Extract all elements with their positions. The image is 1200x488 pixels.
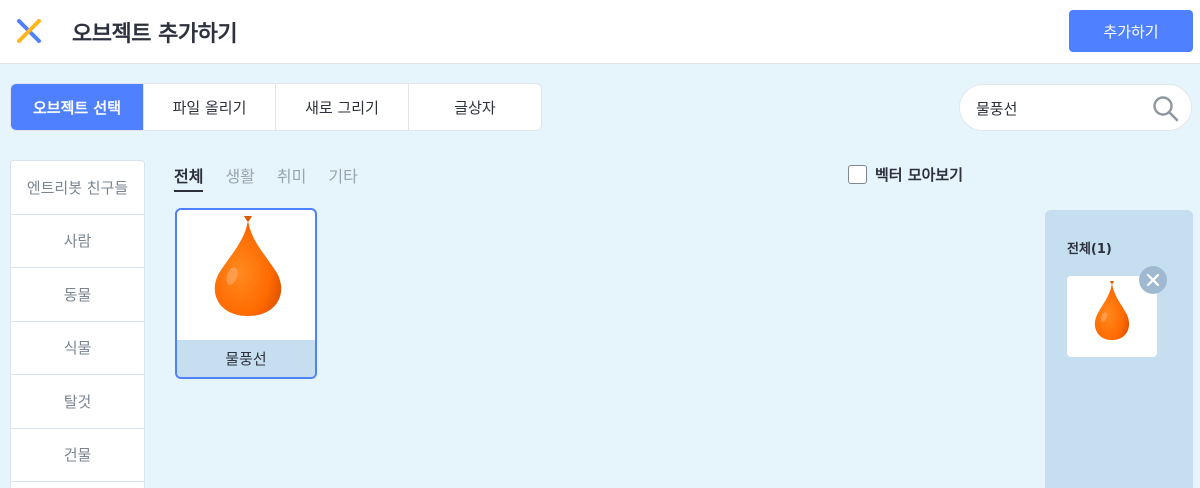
tab-textbox[interactable]: 글상자 — [409, 84, 541, 130]
add-button[interactable]: 추가하기 — [1069, 10, 1193, 52]
vector-toggle-label: 벡터 모아보기 — [875, 166, 964, 184]
search-input[interactable]: 물풍선 — [976, 98, 1017, 119]
subtab-hobby[interactable]: 취미 — [277, 163, 306, 192]
header: 오브젝트 추가하기 추가하기 — [0, 0, 1200, 64]
selected-item — [1067, 266, 1167, 357]
category-entrybot-friends[interactable]: 엔트리봇 친구들 — [11, 161, 144, 215]
category-plants[interactable]: 식물 — [11, 322, 144, 375]
search-icon[interactable] — [1152, 95, 1180, 123]
source-tabs: 오브젝트 선택 파일 올리기 새로 그리기 글상자 — [10, 83, 542, 131]
category-list: 엔트리봇 친구들 사람 동물 식물 탈것 건물 — [10, 160, 145, 488]
page-title: 오브젝트 추가하기 — [72, 22, 238, 47]
object-card[interactable]: 물풍선 — [175, 208, 317, 379]
close-icon — [1146, 273, 1160, 287]
tab-upload-file[interactable]: 파일 올리기 — [144, 84, 276, 130]
search-box[interactable]: 물풍선 — [959, 84, 1192, 131]
remove-selected-button[interactable] — [1139, 266, 1167, 294]
category-buildings[interactable]: 건물 — [11, 429, 144, 482]
subtab-life[interactable]: 생활 — [225, 163, 254, 192]
category-animals[interactable]: 동물 — [11, 268, 144, 322]
vector-toggle[interactable]: 벡터 모아보기 — [848, 164, 963, 185]
subtab-all[interactable]: 전체 — [174, 163, 204, 192]
close-x-icon[interactable] — [16, 18, 42, 44]
subtab-etc[interactable]: 기타 — [328, 163, 357, 192]
category-vehicles[interactable]: 탈것 — [11, 375, 144, 429]
selected-panel: 전체(1) — [1045, 210, 1193, 488]
water-balloon-image — [214, 216, 282, 316]
water-balloon-image — [1094, 281, 1130, 340]
selected-count: 전체(1) — [1067, 242, 1112, 257]
tab-select-object[interactable]: 오브젝트 선택 — [11, 84, 144, 130]
vector-checkbox[interactable] — [848, 165, 867, 184]
category-people[interactable]: 사람 — [11, 215, 144, 268]
tab-new-drawing[interactable]: 새로 그리기 — [276, 84, 409, 130]
object-card-name: 물풍선 — [177, 340, 315, 377]
filter-subtabs: 전체 생활 취미 기타 — [174, 163, 380, 192]
